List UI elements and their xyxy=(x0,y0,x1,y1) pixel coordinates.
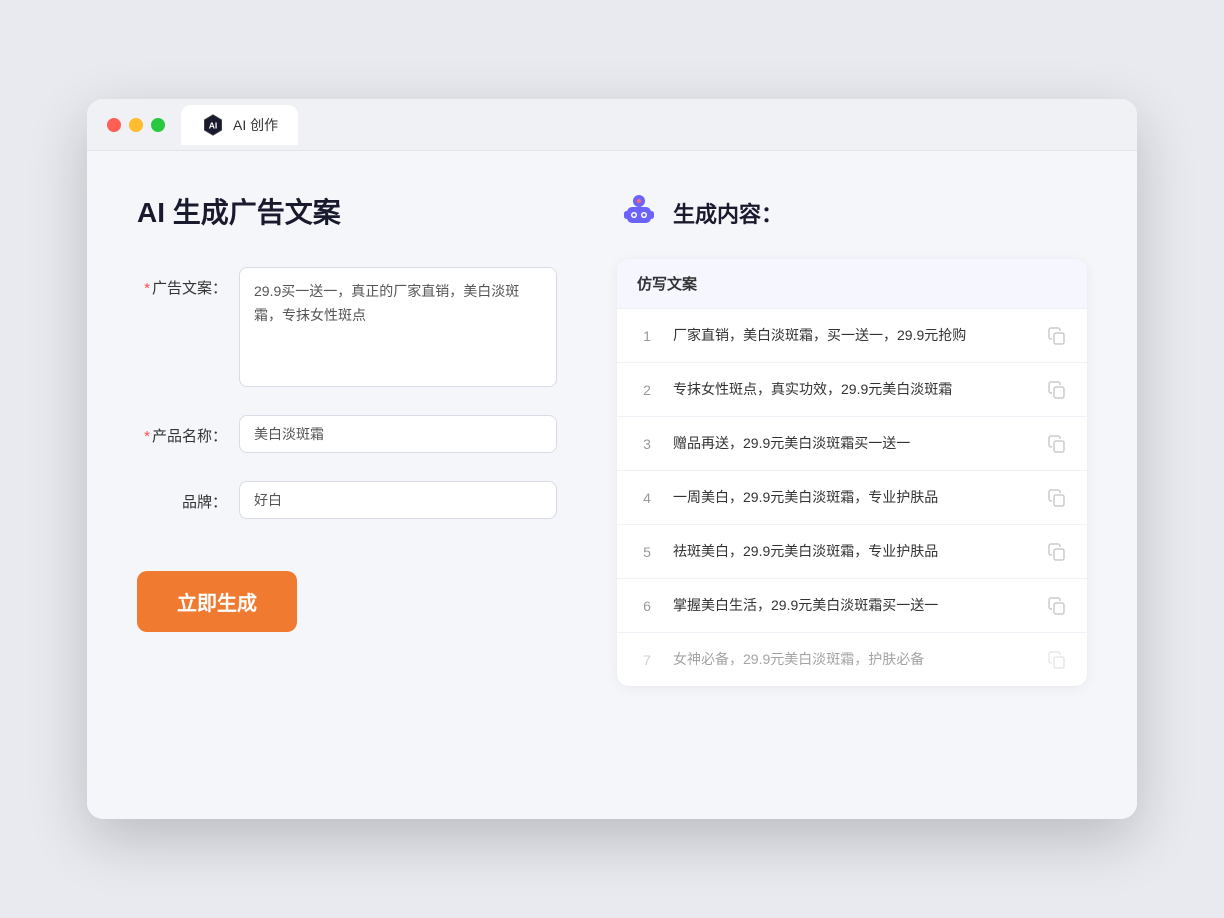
row-text: 厂家直销，美白淡斑霜，买一送一，29.9元抢购 xyxy=(673,325,1031,346)
row-number: 1 xyxy=(637,328,657,344)
copy-icon[interactable] xyxy=(1047,326,1067,346)
row-text: 掌握美白生活，29.9元美白淡斑霜买一送一 xyxy=(673,595,1031,616)
table-row: 1 厂家直销，美白淡斑霜，买一送一，29.9元抢购 xyxy=(617,309,1087,363)
copy-icon[interactable] xyxy=(1047,380,1067,400)
content-area: AI 生成广告文案 *广告文案： 29.9买一送一，真正的厂家直销，美白淡斑霜，… xyxy=(87,151,1137,811)
traffic-lights xyxy=(107,118,165,132)
page-title: AI 生成广告文案 xyxy=(137,191,557,231)
ad-copy-label: *广告文案： xyxy=(137,267,227,298)
close-button[interactable] xyxy=(107,118,121,132)
brand-label: 品牌： xyxy=(137,481,227,512)
row-number: 6 xyxy=(637,598,657,614)
product-label: *产品名称： xyxy=(137,415,227,446)
table-row: 3 赠品再送，29.9元美白淡斑霜买一送一 xyxy=(617,417,1087,471)
product-group: *产品名称： 美白淡斑霜 xyxy=(137,415,557,453)
table-rows: 1 厂家直销，美白淡斑霜，买一送一，29.9元抢购 2 专抹女性斑点，真实功效，… xyxy=(617,309,1087,686)
result-table: 仿写文案 1 厂家直销，美白淡斑霜，买一送一，29.9元抢购 2 专抹女性斑点，… xyxy=(617,259,1087,686)
robot-icon xyxy=(617,191,661,235)
browser-window: AI AI 创作 AI 生成广告文案 *广告文案： 29.9买一送一，真正的厂家… xyxy=(87,99,1137,819)
row-number: 4 xyxy=(637,490,657,506)
table-row: 7 女神必备，29.9元美白淡斑霜，护肤必备 xyxy=(617,633,1087,686)
table-row: 5 祛斑美白，29.9元美白淡斑霜，专业护肤品 xyxy=(617,525,1087,579)
table-row: 6 掌握美白生活，29.9元美白淡斑霜买一送一 xyxy=(617,579,1087,633)
generate-button[interactable]: 立即生成 xyxy=(137,571,297,632)
table-row: 4 一周美白，29.9元美白淡斑霜，专业护肤品 xyxy=(617,471,1087,525)
right-panel: 生成内容： 仿写文案 1 厂家直销，美白淡斑霜，买一送一，29.9元抢购 2 专… xyxy=(617,191,1087,771)
ai-tab-icon: AI xyxy=(201,113,225,137)
row-number: 7 xyxy=(637,652,657,668)
title-bar: AI AI 创作 xyxy=(87,99,1137,151)
result-header: 生成内容： xyxy=(617,191,1087,235)
brand-input[interactable]: 好白 xyxy=(239,481,557,519)
copy-icon[interactable] xyxy=(1047,434,1067,454)
ad-copy-group: *广告文案： 29.9买一送一，真正的厂家直销，美白淡斑霜，专抹女性斑点 xyxy=(137,267,557,387)
copy-icon[interactable] xyxy=(1047,650,1067,670)
row-number: 5 xyxy=(637,544,657,560)
copy-icon[interactable] xyxy=(1047,488,1067,508)
table-header: 仿写文案 xyxy=(617,259,1087,309)
ad-copy-input[interactable]: 29.9买一送一，真正的厂家直销，美白淡斑霜，专抹女性斑点 xyxy=(239,267,557,387)
row-text: 一周美白，29.9元美白淡斑霜，专业护肤品 xyxy=(673,487,1031,508)
table-row: 2 专抹女性斑点，真实功效，29.9元美白淡斑霜 xyxy=(617,363,1087,417)
copy-icon[interactable] xyxy=(1047,542,1067,562)
left-panel: AI 生成广告文案 *广告文案： 29.9买一送一，真正的厂家直销，美白淡斑霜，… xyxy=(137,191,557,771)
brand-group: 品牌： 好白 xyxy=(137,481,557,519)
product-input[interactable]: 美白淡斑霜 xyxy=(239,415,557,453)
row-text: 专抹女性斑点，真实功效，29.9元美白淡斑霜 xyxy=(673,379,1031,400)
ad-copy-required: * xyxy=(144,280,150,297)
row-text: 赠品再送，29.9元美白淡斑霜买一送一 xyxy=(673,433,1031,454)
minimize-button[interactable] xyxy=(129,118,143,132)
ai-tab[interactable]: AI AI 创作 xyxy=(181,105,298,145)
maximize-button[interactable] xyxy=(151,118,165,132)
row-text: 女神必备，29.9元美白淡斑霜，护肤必备 xyxy=(673,649,1031,670)
row-text: 祛斑美白，29.9元美白淡斑霜，专业护肤品 xyxy=(673,541,1031,562)
copy-icon[interactable] xyxy=(1047,596,1067,616)
tab-label: AI 创作 xyxy=(233,115,278,135)
product-required: * xyxy=(144,428,150,445)
svg-text:AI: AI xyxy=(209,120,218,130)
row-number: 2 xyxy=(637,382,657,398)
result-title: 生成内容： xyxy=(673,197,783,229)
row-number: 3 xyxy=(637,436,657,452)
